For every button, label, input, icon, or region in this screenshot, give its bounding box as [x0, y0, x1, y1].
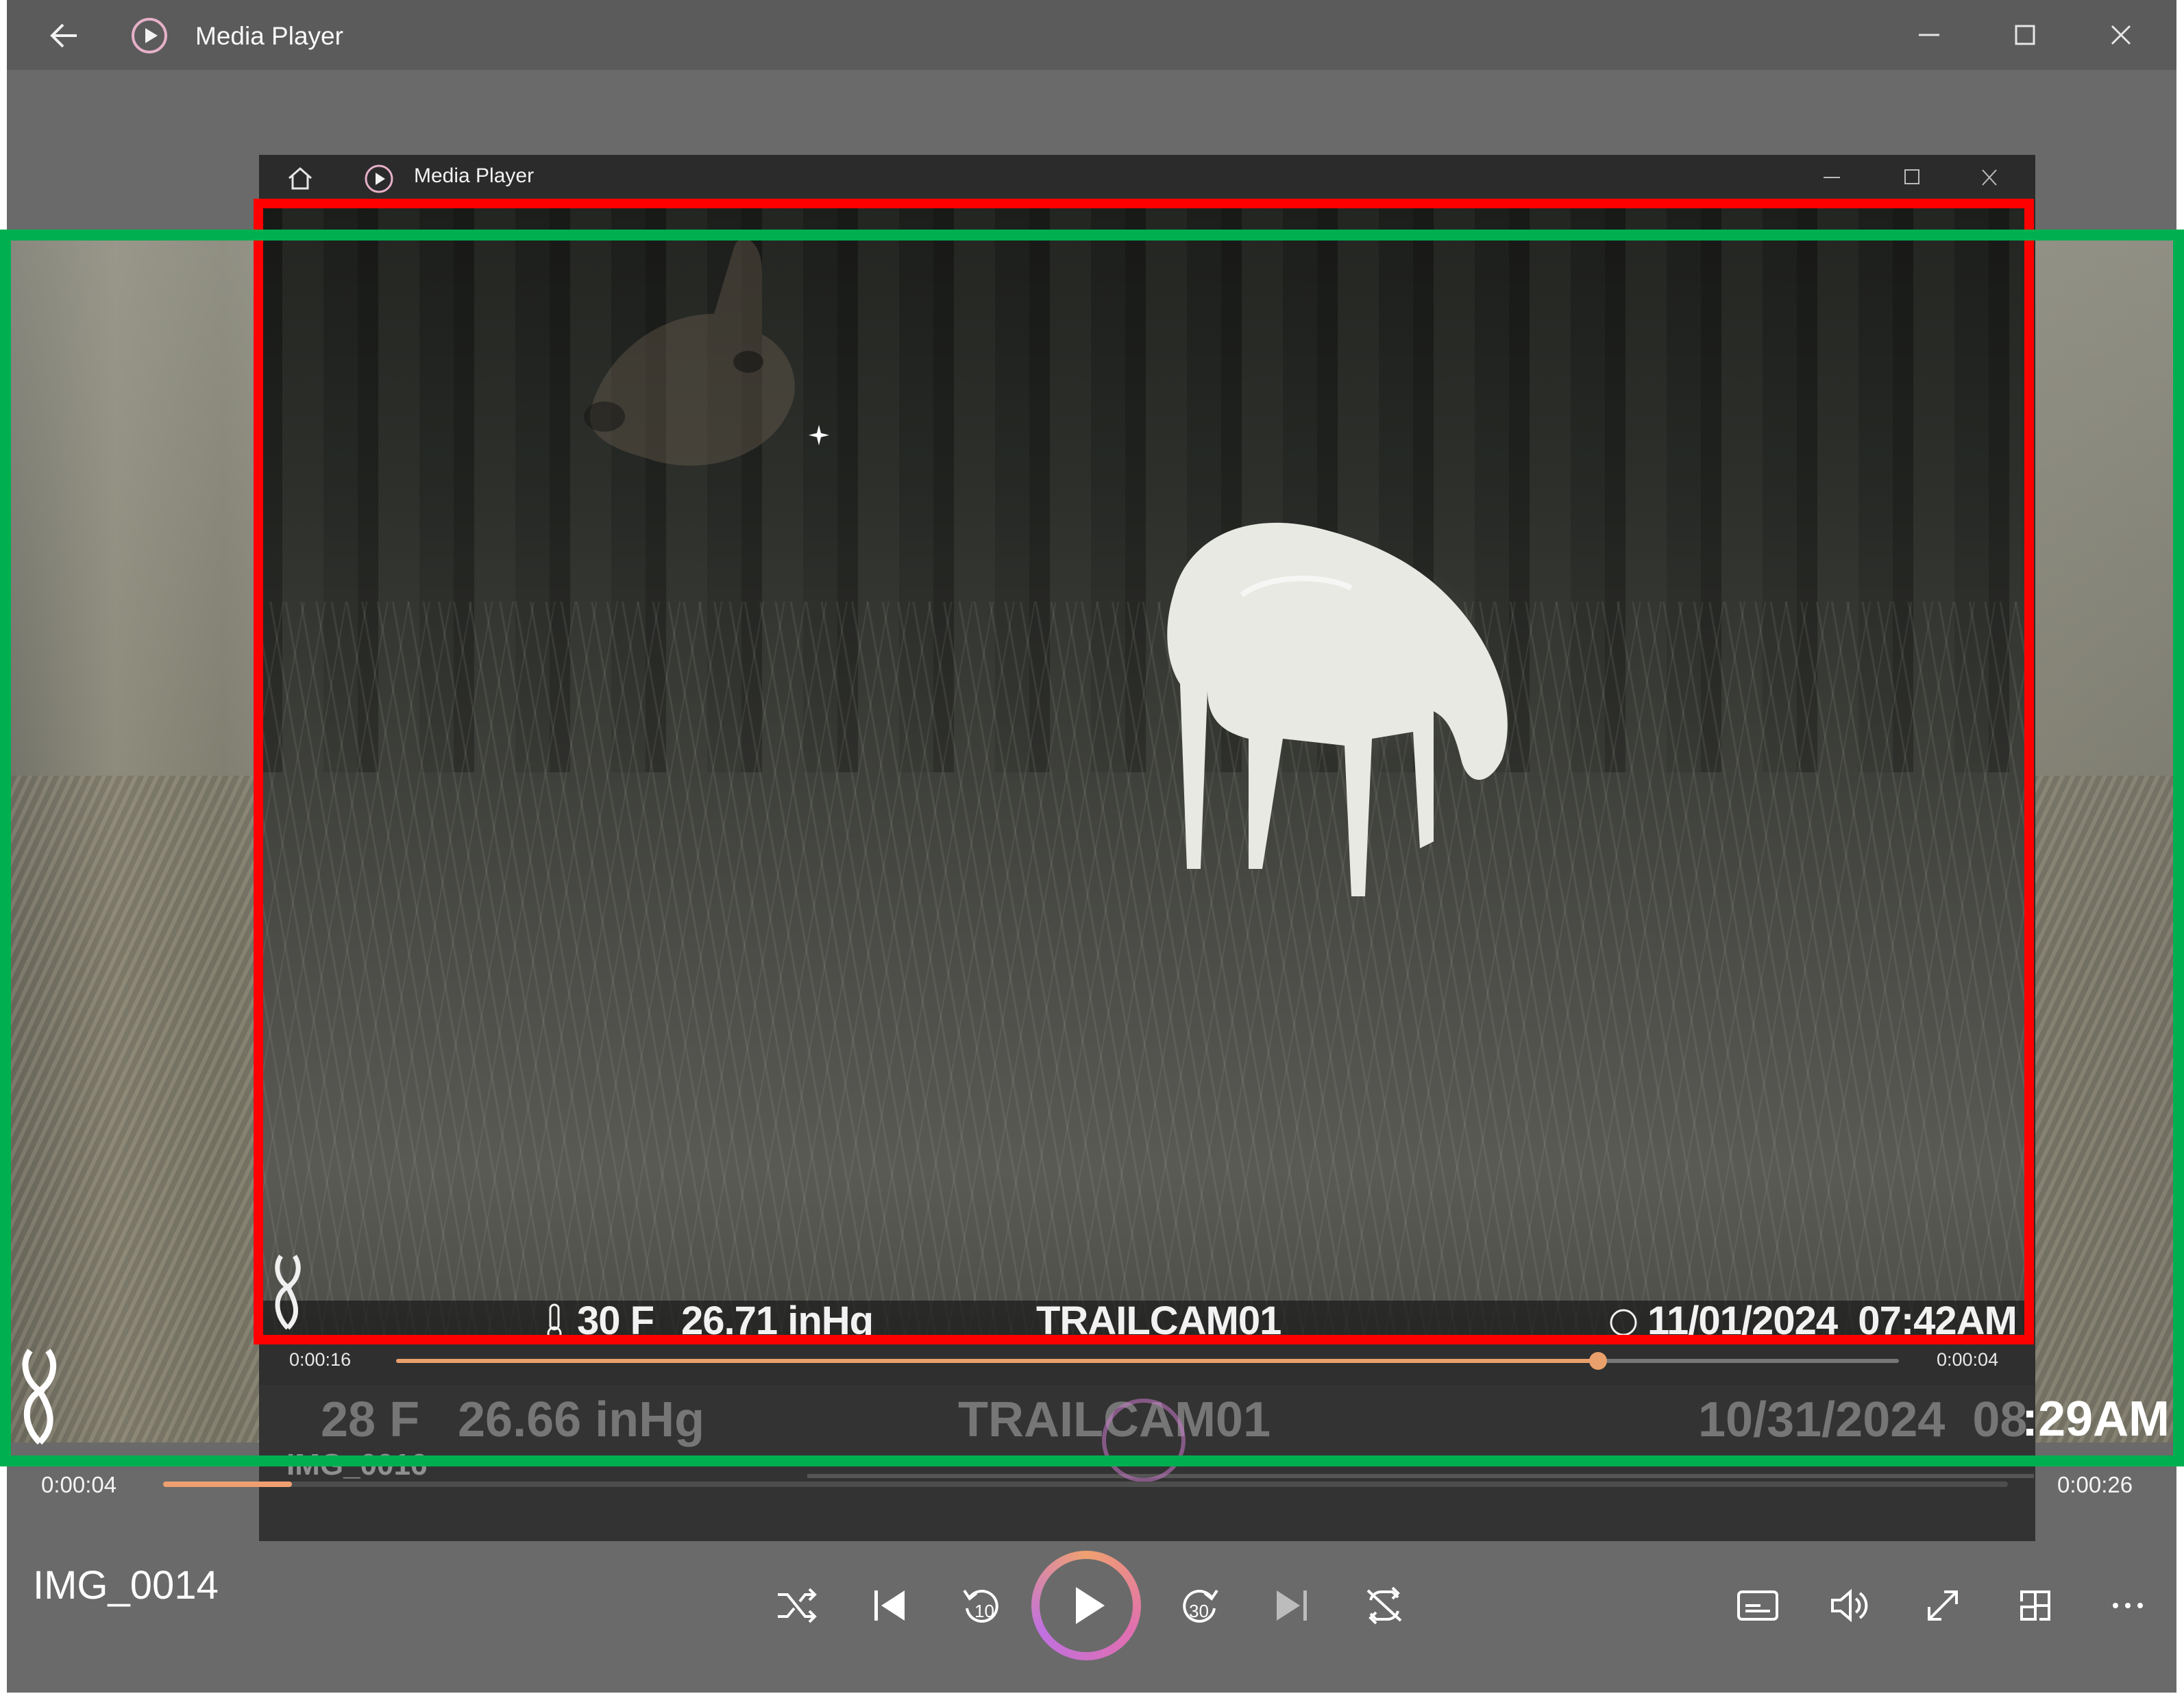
maximize-button[interactable]: [2001, 14, 2049, 56]
fullscreen-icon: [1928, 1590, 1958, 1621]
captions-icon: [1737, 1590, 1778, 1621]
progress-track[interactable]: [163, 1482, 2008, 1487]
faded-deer-head-image: [584, 238, 795, 466]
shuffle-icon: [778, 1588, 817, 1623]
nested-window-title: Media Player: [414, 164, 535, 187]
ghost-pressure: 26.66 inHg: [458, 1392, 705, 1447]
skip-forward-button[interactable]: 30: [1168, 1575, 1230, 1636]
volume-icon: [1831, 1588, 1868, 1623]
skip-back-seconds: 10: [974, 1601, 994, 1621]
close-icon[interactable]: [1976, 167, 2003, 188]
volume-button[interactable]: [1819, 1575, 1881, 1636]
more-icon: [2113, 1603, 2143, 1608]
nested-progress-fill: [396, 1359, 1599, 1363]
minimize-icon[interactable]: [1818, 167, 1845, 188]
media-title: IMG_0014: [33, 1563, 219, 1608]
back-arrow-icon[interactable]: [44, 15, 85, 56]
trail-camera-info-bar: 30 F 26.71 inHg TRAILCAM01 11/01/2024 07…: [262, 1255, 2031, 1343]
nested-seek-bar: 0:00:16 0:00:04: [259, 1340, 2035, 1385]
skip-previous-icon: [874, 1590, 905, 1621]
media-player-app-icon: [365, 164, 393, 193]
play-button[interactable]: [1031, 1551, 1141, 1660]
shuffle-button[interactable]: [766, 1575, 828, 1636]
skip-back-button[interactable]: 10: [951, 1575, 1013, 1636]
nested-title-bar: Media Player: [259, 155, 2035, 200]
home-icon[interactable]: [286, 166, 314, 191]
sparkle-icon: [809, 425, 829, 445]
moon-phase-icon: [1610, 1309, 1637, 1336]
trail-camera-video-frame[interactable]: [262, 204, 2031, 1340]
remaining-time: 0:00:26: [2057, 1472, 2133, 1497]
elapsed-time: 0:00:04: [41, 1472, 117, 1497]
playback-controls: IMG_0014 10 30: [0, 1528, 2184, 1686]
repeat-off-icon: [1366, 1586, 1402, 1625]
ghost-temperature: 28 F: [321, 1392, 420, 1447]
ghost-time-tail: :29AM: [2022, 1392, 2170, 1447]
minimize-button[interactable]: [1905, 14, 1953, 56]
skip-next-icon: [1277, 1590, 1307, 1621]
progress-fill: [163, 1482, 293, 1487]
camera-name: TRAILCAM01: [1036, 1299, 1281, 1343]
play-icon: [1076, 1587, 1105, 1624]
close-icon: [2111, 25, 2131, 45]
capture-datetime: 11/01/2024 07:42AM: [1647, 1299, 2017, 1343]
minimize-icon: [1919, 34, 1939, 36]
nested-elapsed-time: 0:00:16: [289, 1349, 352, 1370]
buck-logo-icon: [275, 1255, 301, 1330]
captions-button[interactable]: [1727, 1575, 1789, 1636]
fullscreen-button[interactable]: [1912, 1575, 1974, 1636]
thermometer-icon: [547, 1303, 562, 1340]
skip-forward-seconds: 30: [1189, 1601, 1209, 1621]
nested-progress-track[interactable]: [396, 1352, 1899, 1370]
repeat-button[interactable]: [1353, 1575, 1415, 1636]
close-button[interactable]: [2097, 14, 2145, 56]
maximize-icon: [2015, 25, 2035, 45]
ghost-datetime: 10/31/2024 08: [1698, 1392, 2028, 1447]
next-button[interactable]: [1261, 1575, 1323, 1636]
media-player-app-icon: [130, 16, 169, 55]
mini-player-icon: [2020, 1590, 2050, 1621]
white-deer-image: [1167, 522, 1508, 896]
more-options-button[interactable]: [2097, 1575, 2159, 1636]
mini-player-button[interactable]: [2004, 1575, 2066, 1636]
temperature-reading: 30 F: [577, 1299, 654, 1343]
title-bar: Media Player: [7, 0, 2176, 70]
pressure-reading: 26.71 inHg: [681, 1299, 874, 1343]
nested-progress-thumb[interactable]: [1589, 1352, 1608, 1370]
nested-remaining-time: 0:00:04: [1937, 1349, 1999, 1370]
previous-button[interactable]: [859, 1575, 920, 1636]
seek-bar: 0:00:04 0:00:26: [0, 1461, 2184, 1516]
maximize-icon[interactable]: [1897, 167, 1924, 188]
window-title: Media Player: [195, 22, 343, 50]
buck-logo-icon: [22, 1349, 57, 1445]
